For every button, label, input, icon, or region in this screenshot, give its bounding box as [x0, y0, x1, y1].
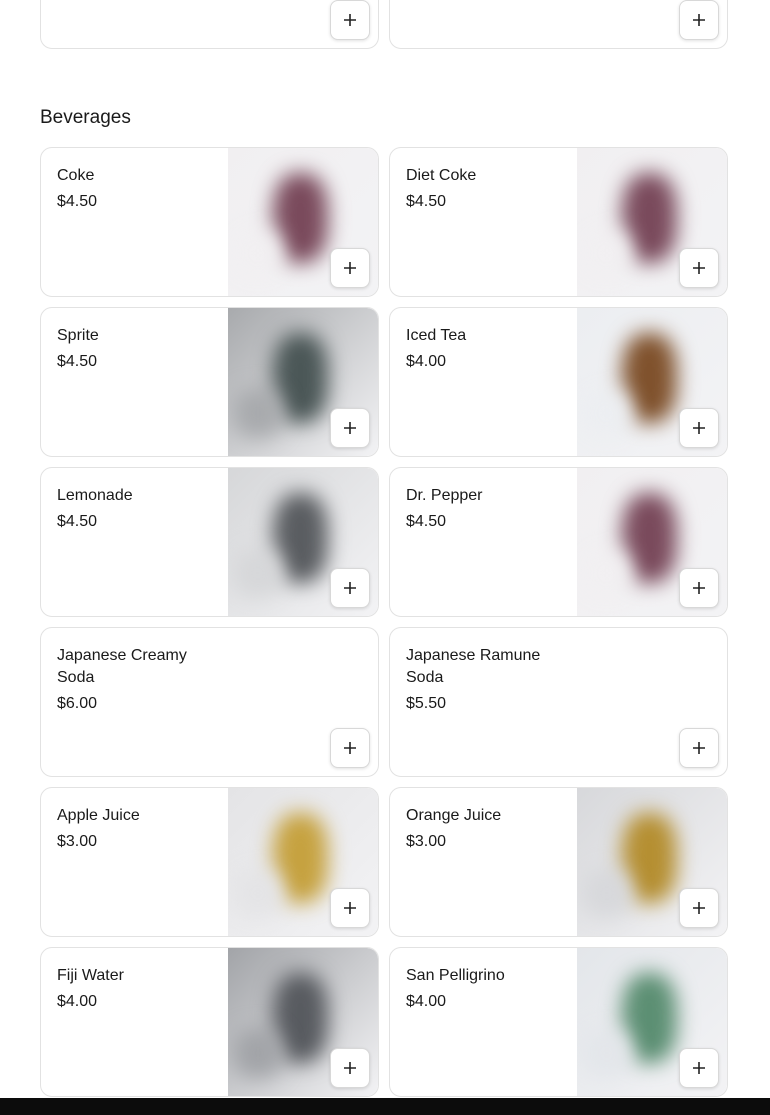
menu-item-info: Coke $4.50	[57, 165, 207, 213]
plus-icon	[344, 1062, 356, 1074]
add-to-cart-button[interactable]	[679, 728, 719, 768]
plus-icon	[344, 582, 356, 594]
section-title: Beverages	[40, 107, 131, 128]
add-to-cart-button[interactable]	[679, 1048, 719, 1088]
plus-icon	[693, 582, 705, 594]
add-to-cart-button[interactable]	[330, 408, 370, 448]
plus-icon	[693, 742, 705, 754]
plus-icon	[693, 1062, 705, 1074]
add-to-cart-button[interactable]	[330, 728, 370, 768]
menu-item-info: Japanese Creamy Soda $6.00	[57, 645, 207, 715]
menu-item-price: $4.00	[406, 353, 447, 370]
add-to-cart-button[interactable]	[330, 888, 370, 928]
menu-item-name: Sprite	[57, 327, 99, 344]
menu-item-name: Diet Coke	[406, 167, 477, 184]
menu-item-price: $4.50	[57, 353, 98, 370]
menu-item-info: Orange Juice $3.00	[406, 805, 556, 853]
plus-icon	[344, 742, 356, 754]
menu-item-name: Coke	[57, 167, 95, 184]
menu-item-info: San Pelligrino $4.00	[406, 965, 556, 1013]
menu-item-card[interactable]: Lemonade $4.50	[40, 467, 379, 617]
menu-item-card[interactable]: San Pelligrino $4.00	[389, 947, 728, 1097]
plus-icon	[344, 422, 356, 434]
menu-item-info: Apple Juice $3.00	[57, 805, 207, 853]
menu-item-name: Japanese Creamy Soda	[57, 647, 187, 686]
menu-item-card[interactable]: Apple Juice $3.00	[40, 787, 379, 937]
menu-item-card[interactable]: Iced Tea $4.00	[389, 307, 728, 457]
add-to-cart-button[interactable]	[679, 248, 719, 288]
menu-item-card[interactable]: Diet Coke $4.50	[389, 147, 728, 297]
menu-item-card[interactable]: Japanese Creamy Soda $6.00	[40, 627, 379, 777]
menu-item-name: Apple Juice	[57, 807, 140, 824]
menu-item-name: Orange Juice	[406, 807, 502, 824]
plus-icon	[693, 262, 705, 274]
menu-item-price: $4.50	[57, 193, 98, 210]
add-to-cart-button[interactable]	[330, 1048, 370, 1088]
add-to-cart-button[interactable]	[330, 568, 370, 608]
menu-item-price: $4.50	[406, 193, 447, 210]
plus-icon	[693, 902, 705, 914]
menu-item-card[interactable]	[40, 0, 379, 49]
plus-icon	[344, 14, 356, 26]
menu-item-info: Fiji Water $4.00	[57, 965, 207, 1013]
menu-item-price: $5.50	[406, 695, 447, 712]
menu-item-price: $4.50	[57, 513, 98, 530]
add-to-cart-button[interactable]	[679, 408, 719, 448]
menu-item-price: $3.00	[406, 833, 447, 850]
menu-item-card[interactable]: Fiji Water $4.00	[40, 947, 379, 1097]
add-to-cart-button[interactable]	[679, 568, 719, 608]
menu-item-name: Lemonade	[57, 487, 133, 504]
menu-item-card[interactable]: Sprite $4.50	[40, 307, 379, 457]
menu-item-card[interactable]: Japanese Ramune Soda $5.50	[389, 627, 728, 777]
plus-icon	[344, 262, 356, 274]
add-to-cart-button[interactable]	[679, 888, 719, 928]
add-to-cart-button[interactable]	[330, 248, 370, 288]
menu-item-info: Dr. Pepper $4.50	[406, 485, 556, 533]
menu-item-card[interactable]: Dr. Pepper $4.50	[389, 467, 728, 617]
bottom-bar	[0, 1098, 770, 1115]
menu-item-name: San Pelligrino	[406, 967, 505, 984]
add-to-cart-button[interactable]	[679, 0, 719, 40]
menu-item-price: $4.50	[406, 513, 447, 530]
menu-item-price: $3.00	[57, 833, 98, 850]
menu-item-card[interactable]	[389, 0, 728, 49]
plus-icon	[693, 422, 705, 434]
menu-item-card[interactable]: Coke $4.50	[40, 147, 379, 297]
menu-item-info: Japanese Ramune Soda $5.50	[406, 645, 556, 715]
plus-icon	[693, 14, 705, 26]
plus-icon	[344, 902, 356, 914]
menu-item-card[interactable]: Orange Juice $3.00	[389, 787, 728, 937]
menu-item-info: Lemonade $4.50	[57, 485, 207, 533]
add-to-cart-button[interactable]	[330, 0, 370, 40]
menu-item-price: $4.00	[57, 993, 98, 1010]
menu-item-info: Sprite $4.50	[57, 325, 207, 373]
menu-item-info: Iced Tea $4.00	[406, 325, 556, 373]
menu-item-name: Fiji Water	[57, 967, 124, 984]
menu-item-name: Dr. Pepper	[406, 487, 483, 504]
menu-item-name: Japanese Ramune Soda	[406, 647, 541, 686]
menu-item-info: Diet Coke $4.50	[406, 165, 556, 213]
menu-item-name: Iced Tea	[406, 327, 467, 344]
menu-item-price: $6.00	[57, 695, 98, 712]
menu-item-price: $4.00	[406, 993, 447, 1010]
